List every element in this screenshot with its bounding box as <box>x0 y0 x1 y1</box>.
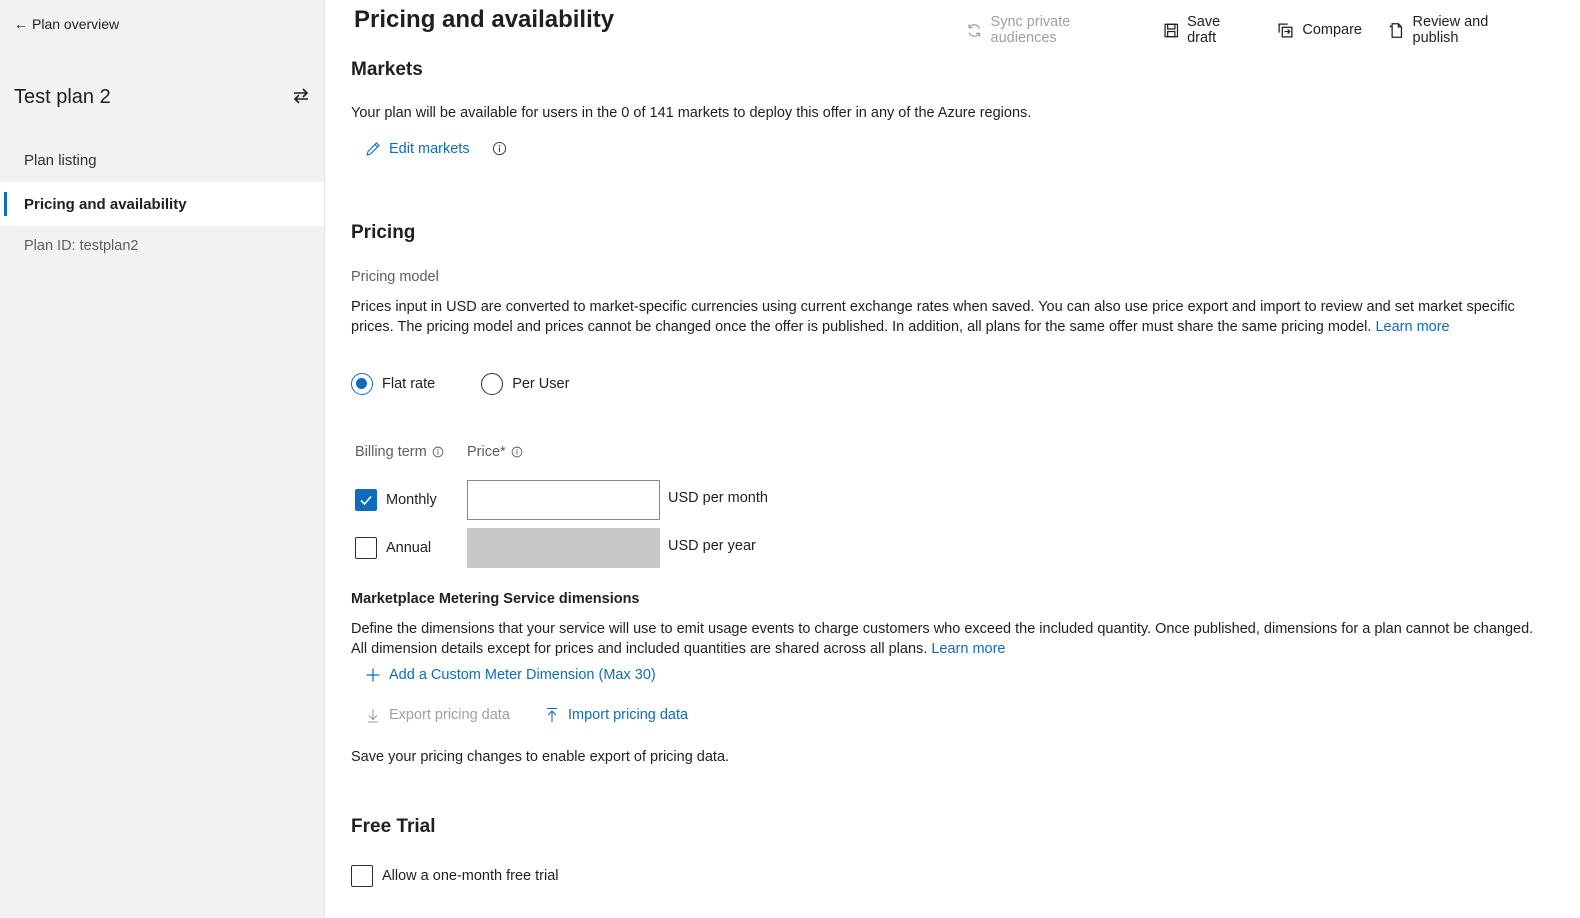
info-icon[interactable] <box>511 446 523 458</box>
switch-plan-icon[interactable] <box>291 86 311 106</box>
radio-label: Per User <box>512 376 570 392</box>
monthly-unit-label: USD per month <box>668 490 768 506</box>
sidebar-item-label: Pricing and availability <box>24 195 187 213</box>
checkmark-icon <box>360 495 372 506</box>
save-draft-label: Save draft <box>1187 14 1221 46</box>
radio-selected-indicator <box>351 373 373 395</box>
checkbox-indicator <box>351 865 373 887</box>
sidebar-item-plan-listing[interactable]: Plan listing <box>0 138 324 182</box>
info-icon[interactable] <box>432 446 444 458</box>
back-to-plan-overview-link[interactable]: ← Plan overview <box>14 16 119 32</box>
radio-indicator <box>481 373 504 395</box>
pencil-icon <box>366 142 380 156</box>
free-trial-checkbox[interactable]: Allow a one-month free trial <box>351 865 559 887</box>
metering-learn-more-link[interactable]: Learn more <box>931 641 1005 657</box>
sync-label: Sync private audiences <box>990 14 1071 46</box>
page-title: Pricing and availability <box>354 6 615 33</box>
sidebar: ← Plan overview Test plan 2 Plan listing… <box>0 0 325 918</box>
compare-label: Compare <box>1302 22 1362 38</box>
export-label: Export pricing data <box>389 707 510 723</box>
plus-icon <box>366 668 380 682</box>
pricing-description-text: Prices input in USD are converted to mar… <box>351 299 1515 335</box>
flat-rate-radio[interactable]: Flat rate <box>351 373 435 395</box>
import-label: Import pricing data <box>568 707 689 723</box>
price-label: Price* <box>467 444 506 460</box>
pricing-heading: Pricing <box>351 222 416 243</box>
command-bar: Sync private audiences Save draft Compar… <box>966 14 1561 46</box>
review-and-publish-button[interactable]: Review and publish <box>1388 14 1535 46</box>
save-draft-button[interactable]: Save draft <box>1163 14 1252 46</box>
info-icon[interactable] <box>492 141 507 156</box>
export-pricing-data-button[interactable]: Export pricing data <box>365 707 510 723</box>
compare-button[interactable]: Compare <box>1277 14 1362 46</box>
back-link-label: Plan overview <box>32 16 120 32</box>
sidebar-item-label: Plan listing <box>24 151 97 169</box>
review-and-publish-label: Review and publish <box>1412 14 1489 46</box>
checkbox-indicator <box>355 537 377 559</box>
add-dimension-label: Add a Custom Meter Dimension (Max 30) <box>389 667 656 683</box>
pricing-description: Prices input in USD are converted to mar… <box>351 297 1536 337</box>
monthly-price-input[interactable] <box>467 480 660 520</box>
download-icon <box>368 709 378 723</box>
pricing-model-label: Pricing model <box>351 269 439 285</box>
plan-id-text: Plan ID: testplan2 <box>24 238 139 254</box>
billing-term-column-header: Billing term <box>355 444 444 460</box>
edit-markets-button[interactable]: Edit markets <box>365 141 470 157</box>
billing-term-label: Billing term <box>355 444 427 460</box>
export-note: Save your pricing changes to enable expo… <box>351 749 730 765</box>
markets-heading: Markets <box>351 59 423 80</box>
checkbox-label: Monthly <box>386 492 437 508</box>
sync-icon <box>968 23 981 37</box>
metering-heading: Marketplace Metering Service dimensions <box>351 591 640 607</box>
plan-name: Test plan 2 <box>14 86 111 108</box>
annual-price-input[interactable] <box>467 528 660 568</box>
monthly-checkbox[interactable]: Monthly <box>355 489 437 511</box>
per-user-radio[interactable]: Per User <box>481 373 569 395</box>
required-marker: * <box>500 444 506 460</box>
edit-markets-label: Edit markets <box>389 141 470 157</box>
pricing-learn-more-link[interactable]: Learn more <box>1375 319 1449 335</box>
checkbox-label: Annual <box>386 540 432 556</box>
save-icon <box>1163 23 1178 37</box>
markets-description: Your plan will be available for users in… <box>351 105 1032 121</box>
price-label-text: Price <box>467 444 501 460</box>
sync-private-audiences-button[interactable]: Sync private audiences <box>966 14 1137 46</box>
metering-description: Define the dimensions that your service … <box>351 619 1536 659</box>
annual-checkbox[interactable]: Annual <box>355 537 431 559</box>
add-custom-meter-dimension-button[interactable]: Add a Custom Meter Dimension (Max 30) <box>365 667 656 683</box>
arrow-left-icon: ← <box>14 16 28 32</box>
free-trial-heading: Free Trial <box>351 816 436 837</box>
radio-label: Flat rate <box>382 376 436 392</box>
checkbox-checked-indicator <box>355 489 377 511</box>
upload-icon <box>547 707 557 722</box>
document-icon <box>1389 22 1403 38</box>
sidebar-item-pricing-and-availability[interactable]: Pricing and availability <box>0 182 324 226</box>
annual-unit-label: USD per year <box>668 538 756 554</box>
price-column-header: Price* <box>467 444 523 460</box>
pricing-model-radio-group: Flat rate Per User <box>351 373 615 395</box>
checkbox-label: Allow a one-month free trial <box>382 868 559 884</box>
compare-icon <box>1278 22 1293 38</box>
import-pricing-data-button[interactable]: Import pricing data <box>544 707 688 723</box>
